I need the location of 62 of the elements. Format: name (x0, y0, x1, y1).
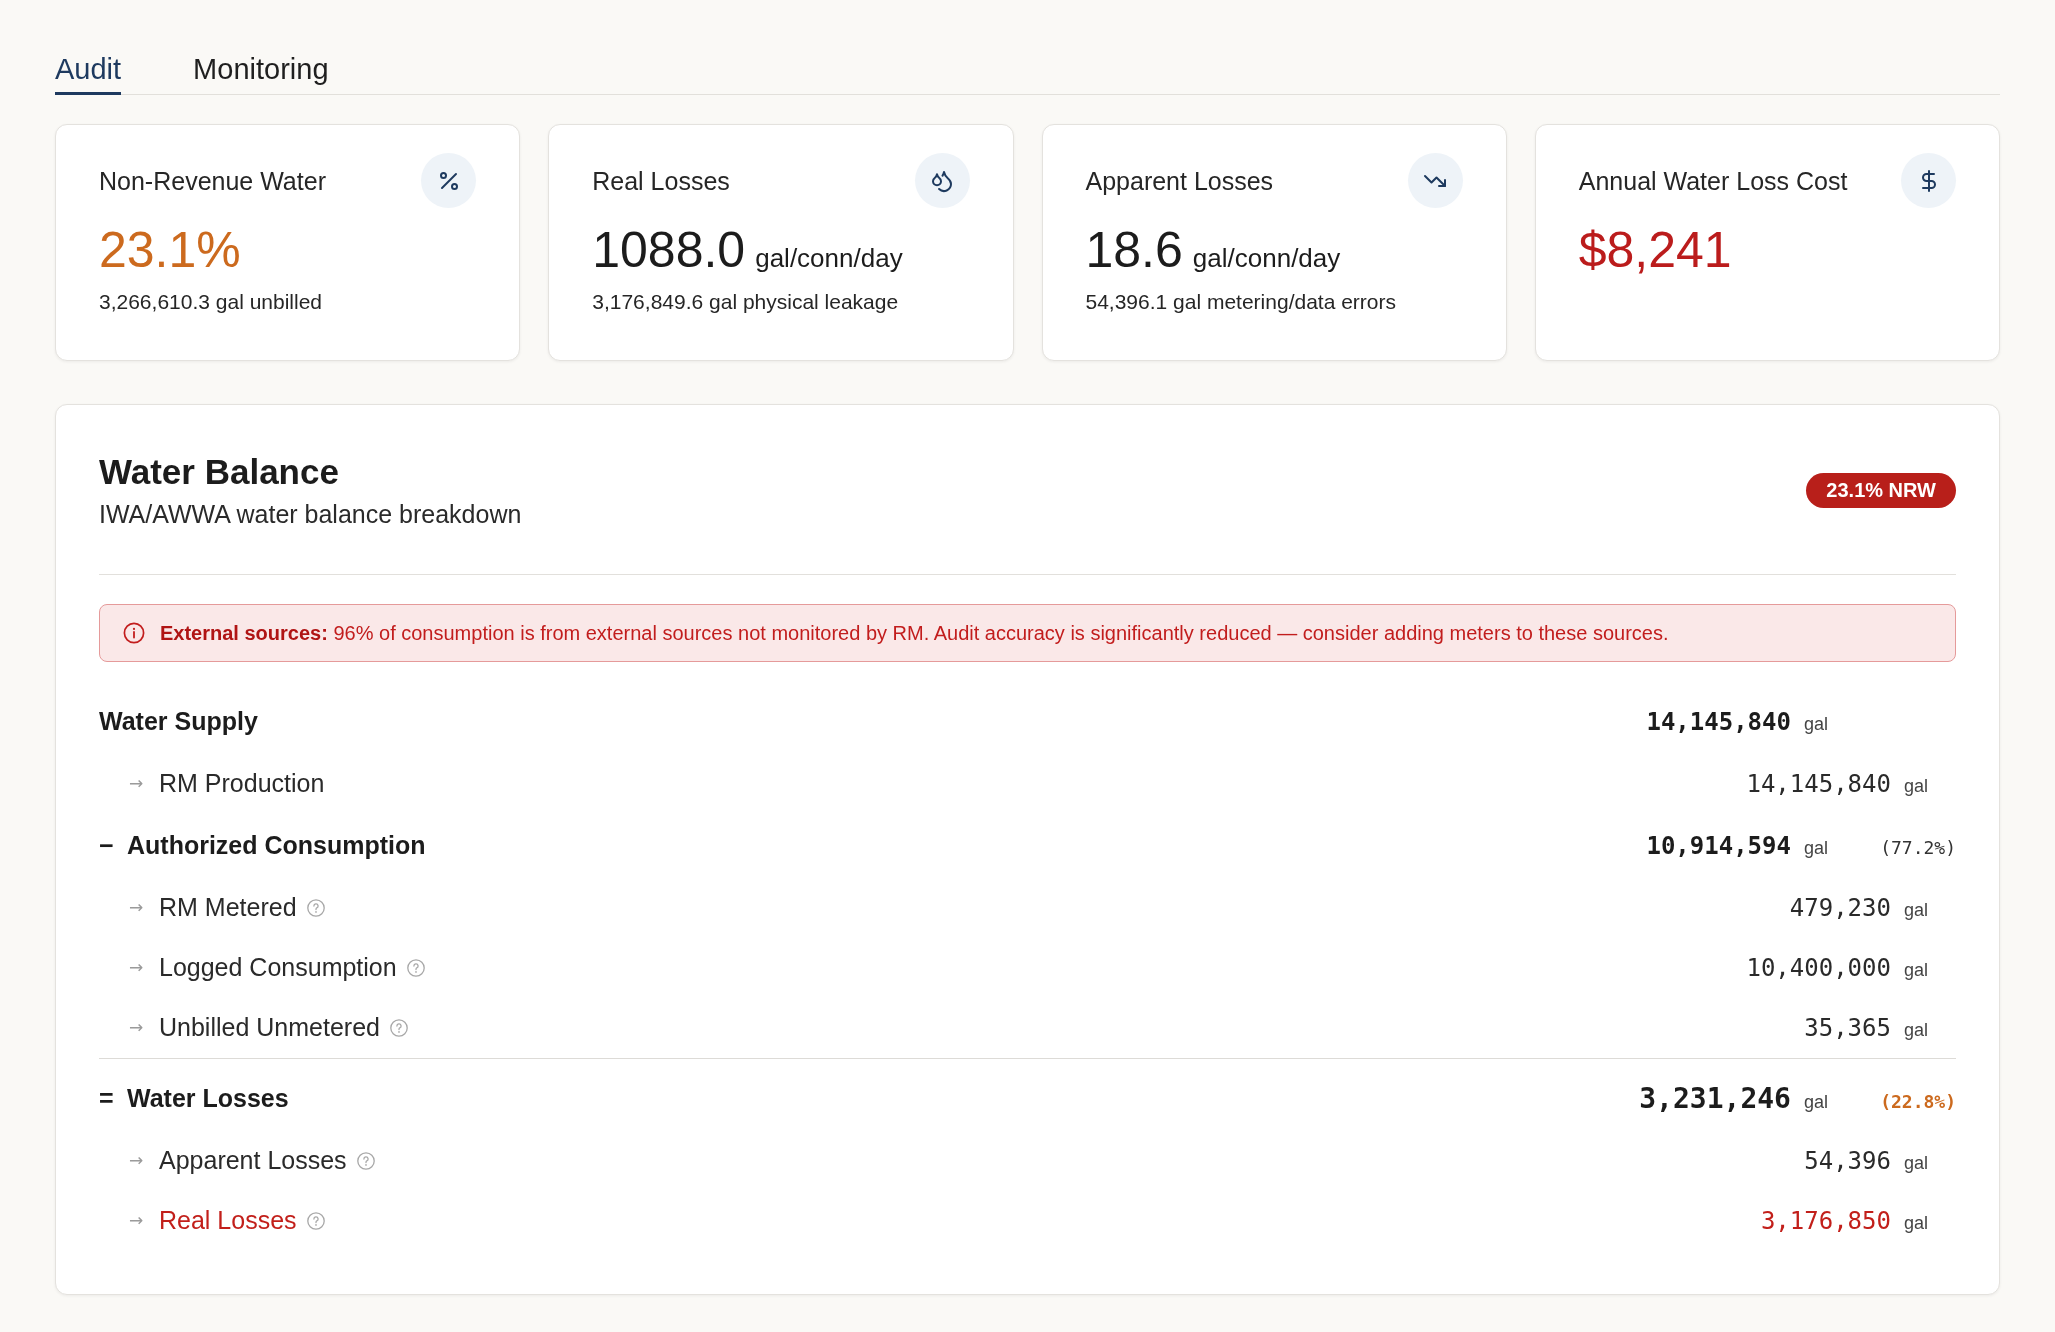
row-label: Water Supply (99, 706, 258, 738)
row-value: 14,145,840 (1746, 769, 1891, 800)
card-label: Apparent Losses (1085, 165, 1274, 197)
row-value: 3,176,850 (1760, 1206, 1891, 1237)
metric-detail: 3,176,849.6 gal physical leakage (592, 289, 900, 315)
arrow-marker: → (129, 772, 145, 796)
row-label: Water Losses (127, 1083, 289, 1115)
metric-value: $8,241 (1578, 221, 1732, 280)
metric-detail: 3,266,610.3 gal unbilled (99, 289, 324, 315)
unit-label: gal (1903, 959, 1928, 982)
help-icon[interactable] (356, 1152, 375, 1170)
metric-value: 1088.0 (592, 221, 746, 280)
panel-subtitle: IWA/AWWA water balance breakdown (99, 499, 522, 530)
metric-detail: 54,396.1 gal metering/data errors (1085, 289, 1398, 315)
row-value: 54,396 (1804, 1146, 1891, 1177)
row-label: RM Metered (159, 892, 297, 924)
operator-sign: − (99, 830, 115, 862)
unit-label: gal (1903, 1212, 1928, 1235)
row-value: 10,914,594 (1646, 831, 1791, 862)
row-label: Real Losses (159, 1205, 297, 1237)
row-value: 479,230 (1789, 893, 1891, 924)
card-label: Annual Water Loss Cost (1578, 165, 1848, 197)
row-value: 3,231,246 (1639, 1081, 1791, 1117)
alert-message: External sources: 96% of consumption is from external sources not monitored by RM. Audit accuracy is significantly reduced — consider adding meters to these sources. (160, 621, 1669, 646)
help-icon[interactable] (306, 1212, 325, 1230)
card-label: Real Losses (592, 165, 730, 197)
row-value: 35,365 (1804, 1013, 1891, 1044)
row-label: Unbilled Unmetered (159, 1012, 380, 1044)
row-value: 14,145,840 (1646, 707, 1791, 738)
help-icon[interactable] (406, 959, 425, 977)
row-label: Apparent Losses (159, 1145, 347, 1177)
arrow-marker: → (129, 1209, 145, 1233)
unit-label: gal (1903, 1019, 1928, 1042)
tab[interactable]: Audit (55, 50, 122, 95)
metric-value: 23.1% (99, 221, 241, 280)
unit-label: gal (1803, 713, 1828, 736)
arrow-marker: → (129, 1149, 145, 1173)
metric-value: 18.6 (1085, 221, 1183, 280)
unit-label: gal (1903, 1152, 1928, 1175)
arrow-marker: → (129, 956, 145, 980)
arrow-marker: → (129, 896, 145, 920)
unit-label: gal (1903, 899, 1928, 922)
percent-share: (77.2%) (1880, 836, 1956, 860)
help-icon[interactable] (389, 1019, 408, 1037)
row-label: Authorized Consumption (127, 830, 426, 862)
unit-label: gal (1903, 775, 1928, 798)
tab[interactable]: Monitoring (193, 50, 329, 95)
panel-title: Water Balance (99, 451, 340, 493)
nrw-badge: 23.1% NRW (1806, 473, 1956, 508)
info-icon (123, 622, 145, 644)
help-icon[interactable] (306, 899, 325, 917)
arrow-marker: → (129, 1016, 145, 1040)
unit-label: gal (1803, 1091, 1828, 1114)
row-label: Logged Consumption (159, 952, 397, 984)
unit-label: gal (1803, 837, 1828, 860)
row-label: RM Production (159, 768, 325, 800)
operator-sign: = (99, 1083, 115, 1115)
row-value: 10,400,000 (1746, 953, 1891, 984)
card-label: Non-Revenue Water (99, 165, 326, 197)
percent-share: (22.8%) (1880, 1090, 1956, 1114)
unit-label: gal/conn/day (1192, 242, 1341, 275)
unit-label: gal/conn/day (755, 242, 903, 275)
